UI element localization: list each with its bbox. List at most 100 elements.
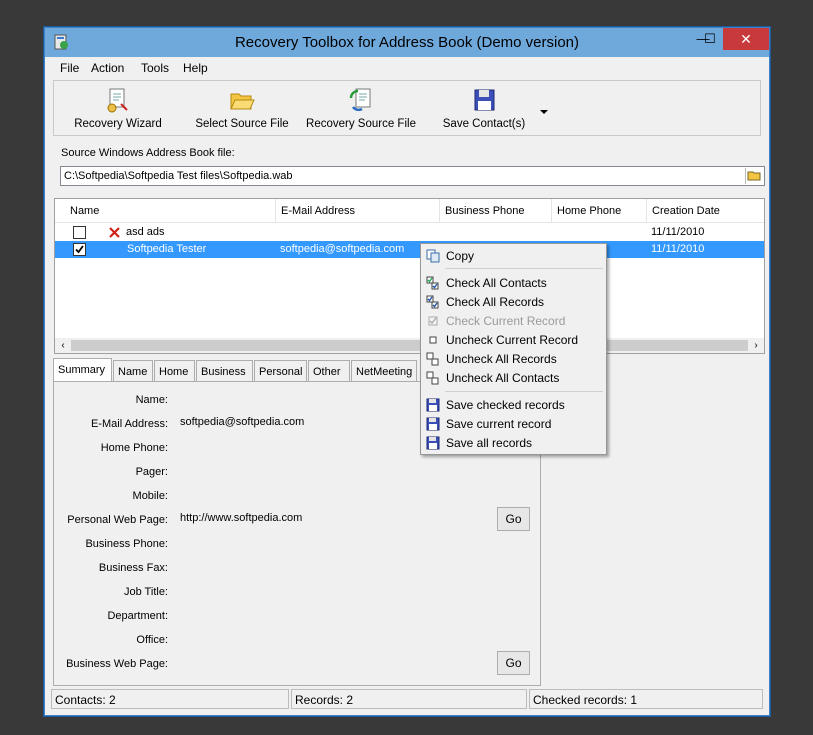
row-email: softpedia@softpedia.com [280, 243, 405, 255]
menu-item-uncheck-all-records[interactable]: Uncheck All Records [423, 350, 604, 369]
column-header-business-phone[interactable]: Business Phone [440, 199, 552, 223]
field-value-personal-web-page: http://www.softpedia.com [180, 512, 303, 524]
field-label-name: Name: [135, 394, 168, 406]
field-label-business-fax: Business Fax: [98, 562, 168, 574]
menu-action[interactable]: Action [91, 60, 124, 76]
menu-separator [445, 391, 603, 392]
row-creation-date: 11/11/2010 [651, 243, 705, 255]
business-web-page-go-button[interactable]: Go [497, 651, 530, 675]
menu-item-label: Save current record [446, 417, 552, 431]
field-label-home-phone: Home Phone: [100, 442, 168, 454]
table-row[interactable]: Softpedia Tester softpedia@softpedia.com… [55, 241, 764, 258]
tab-other[interactable]: Other [308, 360, 350, 382]
field-value-email: softpedia@softpedia.com [180, 416, 305, 428]
tab-netmeeting[interactable]: NetMeeting [351, 360, 417, 382]
status-contacts: Contacts: 2 [51, 689, 289, 709]
menu-tools[interactable]: Tools [141, 60, 169, 76]
menu-help[interactable]: Help [183, 60, 208, 76]
field-label-pager: Pager: [135, 466, 168, 478]
menu-bar: File Action Tools Help [45, 57, 769, 79]
menu-item-check-all-records[interactable]: Check All Records [423, 293, 604, 312]
column-header-creation-date[interactable]: Creation Date [647, 199, 764, 223]
row-creation-date: 11/11/2010 [651, 226, 705, 238]
recovery-source-icon [349, 88, 371, 112]
horizontal-scrollbar[interactable]: ‹ › [55, 338, 764, 353]
tab-home[interactable]: Home [154, 360, 195, 382]
menu-item-label: Uncheck All Contacts [446, 371, 560, 385]
menu-item-check-current-record[interactable]: Check Current Record [423, 312, 604, 331]
field-label-email: E-Mail Address: [90, 418, 168, 430]
list-header: Name E-Mail Address Business Phone Home … [55, 199, 764, 223]
row-checkbox[interactable] [73, 226, 86, 239]
uncheck-all-records-icon [426, 352, 439, 366]
source-file-input[interactable]: C:\Softpedia\Softpedia Test files\Softpe… [60, 166, 765, 186]
tab-personal[interactable]: Personal [254, 360, 307, 382]
recovery-wizard-label: Recovery Wizard [74, 118, 162, 130]
scrollbar-thumb[interactable] [71, 340, 748, 351]
save-checked-icon [426, 398, 440, 412]
menu-item-label: Save all records [446, 436, 533, 450]
table-row[interactable]: asd ads 11/11/2010 [55, 224, 764, 241]
tab-summary[interactable]: Summary [53, 358, 112, 383]
save-contacts-button[interactable]: Save Contact(s) [434, 81, 534, 135]
menu-item-check-all-contacts[interactable]: Check All Contacts [423, 274, 604, 293]
scroll-left-icon[interactable]: ‹ [57, 339, 69, 352]
save-current-icon [426, 417, 440, 431]
personal-web-page-go-button[interactable]: Go [497, 507, 530, 531]
records-list[interactable]: Name E-Mail Address Business Phone Home … [54, 198, 765, 354]
menu-item-label: Uncheck Current Record [446, 333, 579, 347]
select-source-file-button[interactable]: Select Source File [192, 81, 292, 135]
recovery-wizard-button[interactable]: Recovery Wizard [66, 81, 170, 135]
wizard-icon [107, 88, 128, 113]
copy-icon [426, 249, 440, 263]
folder-open-icon [230, 93, 255, 110]
select-source-file-label: Select Source File [195, 118, 289, 130]
app-window: Recovery Toolbox for Address Book (Demo … [44, 27, 770, 716]
field-label-office: Office: [136, 634, 168, 646]
menu-item-save-current-record[interactable]: Save current record [423, 415, 604, 434]
uncheck-current-icon [429, 336, 437, 344]
browse-folder-icon[interactable] [745, 168, 763, 184]
check-current-icon [428, 316, 438, 326]
column-header-email[interactable]: E-Mail Address [276, 199, 440, 223]
close-button[interactable]: ✕ [723, 28, 769, 50]
menu-item-label: Check Current Record [446, 314, 566, 328]
toolbar: Recovery Wizard Select Source File Recov… [53, 80, 761, 136]
recovery-source-file-button[interactable]: Recovery Source File [306, 81, 416, 135]
uncheck-all-contacts-icon [426, 371, 439, 385]
menu-item-copy[interactable]: Copy [423, 247, 604, 266]
menu-item-label: Copy [446, 249, 475, 263]
scroll-right-icon[interactable]: › [750, 339, 762, 352]
row-checkbox-checked[interactable] [73, 243, 86, 256]
deleted-x-icon [108, 224, 122, 241]
source-file-label: Source Windows Address Book file: [61, 147, 235, 159]
menu-item-label: Uncheck All Records [446, 352, 557, 366]
menu-item-save-checked-records[interactable]: Save checked records [423, 396, 604, 415]
menu-item-label: Check All Records [446, 295, 545, 309]
title-bar[interactable]: Recovery Toolbox for Address Book (Demo … [45, 28, 769, 57]
menu-item-label: Check All Contacts [446, 276, 547, 290]
save-contacts-label: Save Contact(s) [442, 118, 526, 130]
tab-name[interactable]: Name [113, 360, 153, 382]
menu-item-uncheck-current-record[interactable]: Uncheck Current Record [423, 331, 604, 350]
status-records: Records: 2 [291, 689, 527, 709]
field-label-mobile: Mobile: [132, 490, 168, 502]
menu-item-save-all-records[interactable]: Save all records [423, 434, 604, 453]
row-name: asd ads [126, 226, 165, 238]
menu-item-uncheck-all-contacts[interactable]: Uncheck All Contacts [423, 369, 604, 388]
menu-separator [445, 268, 603, 269]
maximize-button[interactable]: ☐ [695, 28, 725, 50]
column-header-name[interactable]: Name [65, 199, 276, 223]
save-dropdown-arrow-icon[interactable] [539, 105, 549, 114]
recovery-source-file-label: Recovery Source File [306, 118, 416, 130]
tab-business[interactable]: Business [196, 360, 253, 382]
field-label-personal-web-page: Personal Web Page: [67, 514, 168, 526]
menu-file[interactable]: File [60, 60, 79, 76]
menu-item-label: Save checked records [446, 398, 565, 412]
field-label-job-title: Job Title: [123, 586, 168, 598]
row-name: Softpedia Tester [127, 243, 207, 255]
check-all-contacts-icon [426, 276, 439, 290]
field-label-business-phone: Business Phone: [85, 538, 168, 550]
context-menu: Copy Check All Contacts Check All Record… [420, 243, 607, 455]
column-header-home-phone[interactable]: Home Phone [552, 199, 647, 223]
